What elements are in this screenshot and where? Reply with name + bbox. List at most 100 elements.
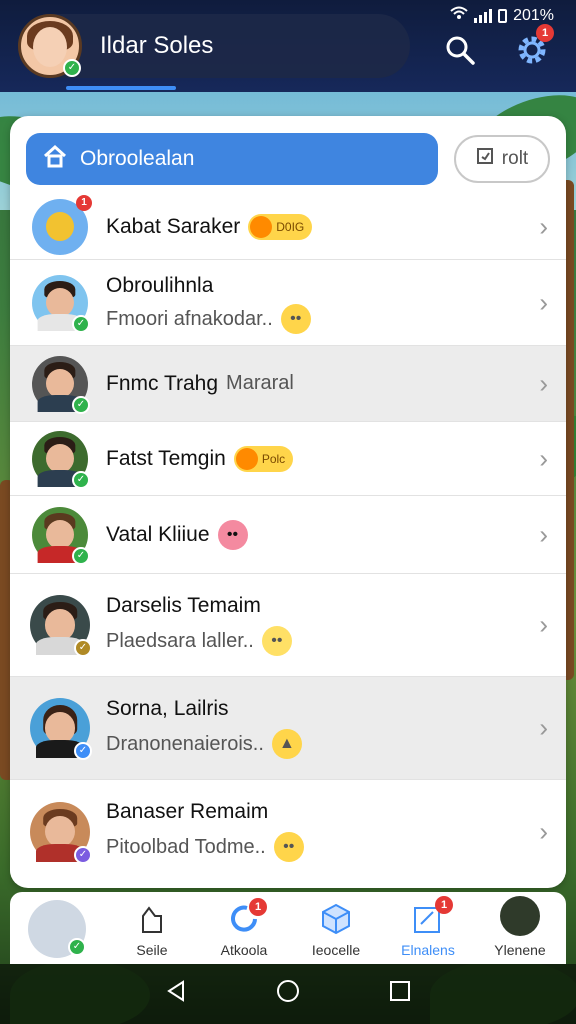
wifi-icon <box>450 6 468 25</box>
battery-icon <box>498 8 508 23</box>
home-circle-icon[interactable] <box>276 979 300 1010</box>
nav-label: Ieocelle <box>311 942 361 958</box>
contact-preview: Pitoolbad Todme.. •• <box>106 832 304 862</box>
edit-board-icon: 1 <box>411 896 453 936</box>
status-bar: 201% <box>450 6 554 25</box>
contact-name: Fatst Temgin <box>106 446 226 470</box>
chevron-right-icon: › <box>539 443 548 473</box>
signal-icon <box>474 8 493 23</box>
verified-icon: ✓ <box>72 470 90 489</box>
contact-name: Sorna, Lailris <box>106 697 229 720</box>
nav-item-ieocelle[interactable]: Ieocelle <box>290 892 382 964</box>
back-icon[interactable] <box>165 979 187 1009</box>
verified-icon: ✓ <box>63 59 81 77</box>
avatar: ✓ <box>32 274 90 333</box>
contact-name-row: Vatal Kliiue •• <box>106 519 248 550</box>
settings-badge: 1 <box>536 24 554 42</box>
recents-icon[interactable] <box>389 980 411 1009</box>
nav-label: Seile <box>136 942 168 958</box>
nav-item-ylenene[interactable]: Ylenene <box>474 892 566 964</box>
contacts-card: Obroolealan rolt 1 Kabat Saraker D0IG › <box>10 116 566 888</box>
nav-label: Elnalens <box>401 942 455 958</box>
emoji-icon: •• <box>280 304 311 334</box>
cube-icon <box>319 902 353 936</box>
verified-icon: ✓ <box>68 938 86 956</box>
notification-badge: 1 <box>249 898 267 916</box>
avatar: ✓ <box>28 900 86 958</box>
nav-item-seile[interactable]: Seile <box>106 892 198 964</box>
notification-badge: 1 <box>435 896 453 914</box>
avatar: ✓ <box>30 698 92 760</box>
chevron-right-icon: › <box>539 211 548 241</box>
avatar: ✓ <box>32 355 90 414</box>
avatar: ✓ <box>32 506 90 565</box>
chevron-right-icon: › <box>539 519 548 549</box>
emoji-icon: •• <box>217 519 248 550</box>
verified-icon: ✓ <box>74 639 92 657</box>
avatar: ✓ <box>30 595 92 657</box>
search-icon <box>446 36 475 65</box>
contact-name: Banaser Remaim <box>106 800 269 823</box>
emoji-icon: •• <box>261 626 292 656</box>
edit-icon <box>476 147 494 171</box>
contact-name: Vatal Kliiue <box>106 522 210 546</box>
list-item[interactable]: ✓ Banaser Remaim Pitoolbad Todme.. •• › <box>10 780 566 883</box>
avatar: 1 <box>32 194 92 255</box>
list-item[interactable]: ✓ Fatst Temgin Polc › <box>10 422 566 496</box>
chevron-right-icon: › <box>539 287 548 317</box>
list-item[interactable]: 1 Kabat Saraker D0IG › <box>10 194 566 260</box>
verified-icon: ✓ <box>74 742 92 760</box>
nav-item-atkoola[interactable]: 1 Atkoola <box>198 892 290 964</box>
status-badge: D0IG <box>248 213 313 240</box>
home-icon <box>42 144 68 174</box>
nav-profile[interactable]: ✓ <box>10 892 106 964</box>
battery-level: 201% <box>513 6 554 24</box>
verified-icon: ✓ <box>74 845 92 864</box>
settings-button[interactable]: 1 <box>512 24 554 70</box>
contact-name-row: Kabat Saraker D0IG <box>106 213 313 240</box>
verified-icon: ✓ <box>72 314 90 333</box>
tab-primary-label: Obroolealan <box>80 147 195 170</box>
contact-preview: Fmoori afnakodar.. •• <box>106 304 311 334</box>
top-bar: 201% ✓ Ildar Soles 1 <box>0 0 576 92</box>
contact-name: Kabat Saraker <box>106 214 241 238</box>
page-title: Ildar Soles <box>100 32 214 59</box>
nav-label: Atkoola <box>220 942 268 958</box>
list-item[interactable]: ✓ Darselis Temaim Plaedsara laller.. •• … <box>10 574 566 677</box>
list-item[interactable]: ✓ Obroulihnla Fmoori afnakodar.. •• › <box>10 260 566 346</box>
avatar[interactable]: ✓ <box>18 14 82 78</box>
tab-primary[interactable]: Obroolealan <box>26 133 438 185</box>
profile-header[interactable]: ✓ Ildar Soles <box>18 14 410 78</box>
contact-name: Fnmc Trahg <box>106 371 219 395</box>
tab-secondary[interactable]: rolt <box>454 135 550 183</box>
refresh-icon: 1 <box>227 898 267 936</box>
status-badge: Polc <box>233 445 294 472</box>
avatar <box>500 896 540 936</box>
contact-list: 1 Kabat Saraker D0IG › ✓ Obroulihnla Fmo… <box>10 194 566 883</box>
chevron-right-icon: › <box>539 609 548 640</box>
verified-icon: ✓ <box>72 395 90 414</box>
contact-preview: Plaedsara laller.. •• <box>106 626 292 656</box>
system-nav-bar <box>0 964 576 1024</box>
chevron-right-icon: › <box>539 712 548 743</box>
nav-label: Ylenene <box>494 942 546 958</box>
emoji-icon: ▲ <box>271 729 302 759</box>
contact-name-row: Fatst Temgin Polc <box>106 445 294 472</box>
unread-badge: 1 <box>76 194 92 211</box>
chevron-right-icon: › <box>539 368 548 398</box>
list-item[interactable]: ✓ Vatal Kliiue •• › <box>10 496 566 574</box>
tab-bar: Obroolealan rolt <box>26 132 550 186</box>
bottom-nav: ✓ Seile 1 Atkoola Ieocelle 1 Elnalens Yl… <box>10 892 566 964</box>
contact-preview: Dranonenaierois.. ▲ <box>106 729 302 759</box>
avatar: ✓ <box>32 430 90 489</box>
avatar: ✓ <box>30 801 92 864</box>
tab-secondary-label: rolt <box>501 148 529 169</box>
list-item[interactable]: ✓ Sorna, Lailris Dranonenaierois.. ▲ › <box>10 677 566 780</box>
list-item[interactable]: ✓ Fnmc Trahg Mararal › <box>10 346 566 422</box>
contact-name: Darselis Temaim <box>106 594 261 617</box>
bag-icon <box>135 902 169 936</box>
header-underline <box>66 86 176 90</box>
search-button[interactable] <box>440 30 480 70</box>
nav-item-elnalens[interactable]: 1 Elnalens <box>382 892 474 964</box>
contact-name-row: Fnmc Trahg Mararal <box>106 372 294 396</box>
